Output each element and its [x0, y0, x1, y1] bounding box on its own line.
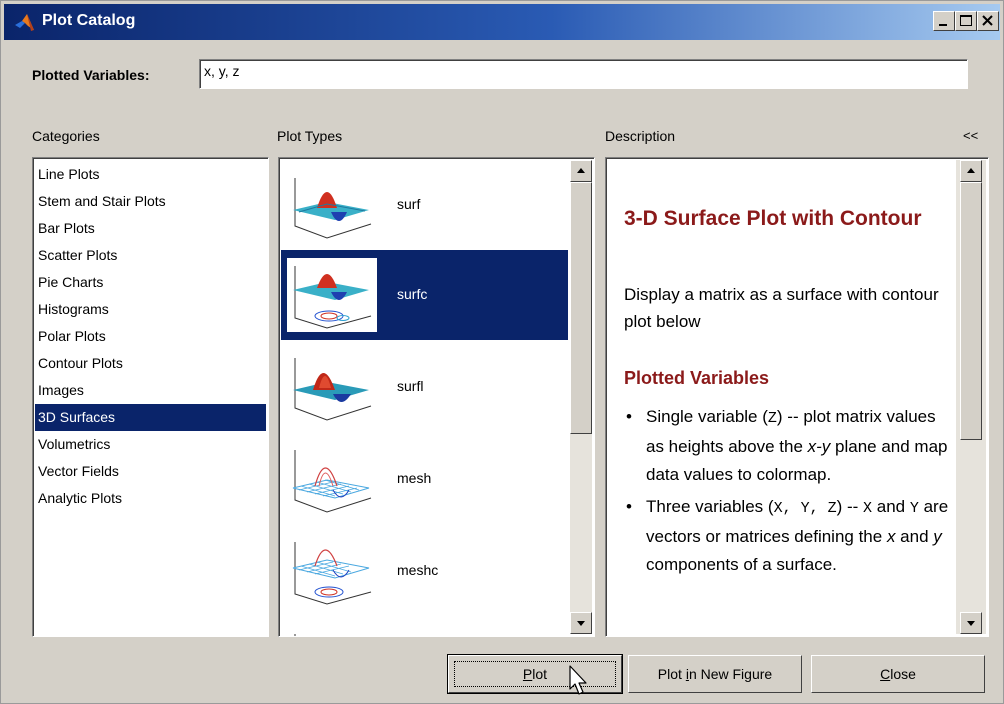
plot-types-scrollbar[interactable]	[570, 160, 592, 634]
plotted-variables-list: • Single variable (Z) -- plot matrix val…	[620, 403, 950, 583]
code-y: Y	[909, 500, 919, 517]
plotted-variables-label: Plotted Variables:	[32, 67, 150, 83]
plot-type-label: mesh	[397, 470, 432, 486]
mesh-thumbnail-icon	[292, 450, 372, 513]
category-item[interactable]: Bar Plots	[35, 215, 266, 242]
category-item[interactable]: Contour Plots	[35, 350, 266, 377]
plot-types-list[interactable]: surf surfc surfl mesh meshc	[278, 157, 595, 637]
category-item[interactable]: Analytic Plots	[35, 485, 266, 512]
title-bar[interactable]: Plot Catalog	[4, 4, 1000, 40]
arrow-down-icon	[577, 621, 585, 626]
arrow-up-icon	[967, 168, 975, 173]
category-item[interactable]: Pie Charts	[35, 269, 266, 296]
category-item[interactable]: Images	[35, 377, 266, 404]
close-window-button[interactable]	[977, 11, 999, 31]
emphasis-xy: x-y	[807, 437, 831, 456]
plotted-variables-input[interactable]: x, y, z	[199, 59, 968, 89]
surfl-thumbnail-icon	[293, 358, 372, 421]
scroll-up-button[interactable]	[960, 160, 982, 182]
bullet-text: Single variable (	[646, 407, 768, 426]
button-accelerator: C	[880, 666, 891, 682]
plot-in-new-figure-button[interactable]: Plot in New Figure	[628, 655, 802, 693]
category-item[interactable]: Scatter Plots	[35, 242, 266, 269]
plotted-variables-value: x, y, z	[204, 63, 240, 79]
plot-type-surfc[interactable]: surfc	[281, 250, 568, 340]
arrow-down-icon	[967, 621, 975, 626]
description-scrollbar[interactable]	[956, 160, 986, 634]
meshc-thumbnail-icon	[292, 542, 372, 605]
plot-button[interactable]: Plot	[447, 654, 623, 694]
matlab-logo-icon	[15, 14, 34, 31]
plot-catalog-window: Plot Catalog Plotted Variables: x, y, z …	[0, 0, 1004, 704]
maximize-icon	[960, 15, 972, 26]
partial-thumbnail-icon	[294, 634, 296, 636]
category-item[interactable]: Line Plots	[35, 161, 266, 188]
bullet-single-variable: • Single variable (Z) -- plot matrix val…	[620, 403, 950, 489]
scroll-thumb[interactable]	[570, 182, 592, 434]
plot-type-mesh[interactable]: mesh	[281, 434, 568, 524]
description-title: 3-D Surface Plot with Contour	[624, 207, 922, 230]
description-summary: Display a matrix as a surface with conto…	[624, 285, 939, 331]
plot-type-label: surfc	[397, 286, 428, 302]
category-item[interactable]: Polar Plots	[35, 323, 266, 350]
emphasis-y: y	[933, 527, 942, 546]
scroll-down-button[interactable]	[570, 612, 592, 634]
close-icon	[982, 15, 993, 26]
code-x: X	[863, 500, 873, 517]
bullet-text: and	[872, 497, 910, 516]
category-item[interactable]: Stem and Stair Plots	[35, 188, 266, 215]
bullet-text: components of a surface.	[646, 555, 837, 574]
minimize-icon	[939, 24, 947, 26]
focus-rect	[454, 661, 616, 687]
button-label: n New Figure	[688, 666, 773, 682]
description-subheading: Plotted Variables	[624, 368, 770, 388]
categories-list[interactable]: Line Plots Stem and Stair Plots Bar Plots S…	[32, 157, 269, 637]
bullet-text: ) --	[836, 497, 864, 516]
close-button[interactable]: Close	[811, 655, 985, 693]
bullet-icon: •	[626, 497, 632, 516]
surfc-thumbnail-icon	[287, 258, 377, 332]
surf-thumbnail-icon	[293, 178, 372, 239]
plot-type-surfl[interactable]: surfl	[281, 342, 568, 432]
scroll-down-button[interactable]	[960, 612, 982, 634]
mouse-cursor-icon	[569, 665, 587, 695]
scroll-thumb[interactable]	[960, 182, 982, 440]
plot-type-partial[interactable]	[281, 618, 568, 636]
plot-type-label: meshc	[397, 562, 439, 578]
scroll-up-button[interactable]	[570, 160, 592, 182]
minimize-button[interactable]	[933, 11, 955, 31]
button-label: Plot	[657, 666, 686, 682]
bullet-icon: •	[626, 407, 632, 426]
category-item[interactable]: Histograms	[35, 296, 266, 323]
description-panel[interactable]: 3-D Surface Plot with Contour Display a …	[605, 157, 989, 637]
code-xyz: X, Y, Z	[773, 500, 837, 517]
bullet-three-variables: • Three variables (X, Y, Z) -- X and Y a…	[620, 493, 950, 579]
collapse-description-button[interactable]: <<	[963, 128, 978, 143]
plot-type-label: surf	[397, 196, 421, 212]
button-label: lose	[890, 666, 916, 682]
plot-types-heading: Plot Types	[277, 128, 343, 144]
maximize-button[interactable]	[955, 11, 977, 31]
bullet-text: and	[895, 527, 934, 546]
plot-type-label: surfl	[397, 378, 424, 394]
plot-type-surf[interactable]: surf	[281, 160, 568, 250]
arrow-up-icon	[577, 168, 585, 173]
window-title: Plot Catalog	[42, 12, 136, 29]
category-item[interactable]: Volumetrics	[35, 431, 266, 458]
categories-heading: Categories	[32, 128, 100, 144]
description-heading: Description	[605, 128, 676, 144]
category-item[interactable]: Vector Fields	[35, 458, 266, 485]
category-item[interactable]: 3D Surfaces	[35, 404, 266, 431]
bullet-text: Three variables (	[646, 497, 774, 516]
code-z: Z	[767, 410, 777, 427]
plot-type-meshc[interactable]: meshc	[281, 526, 568, 616]
